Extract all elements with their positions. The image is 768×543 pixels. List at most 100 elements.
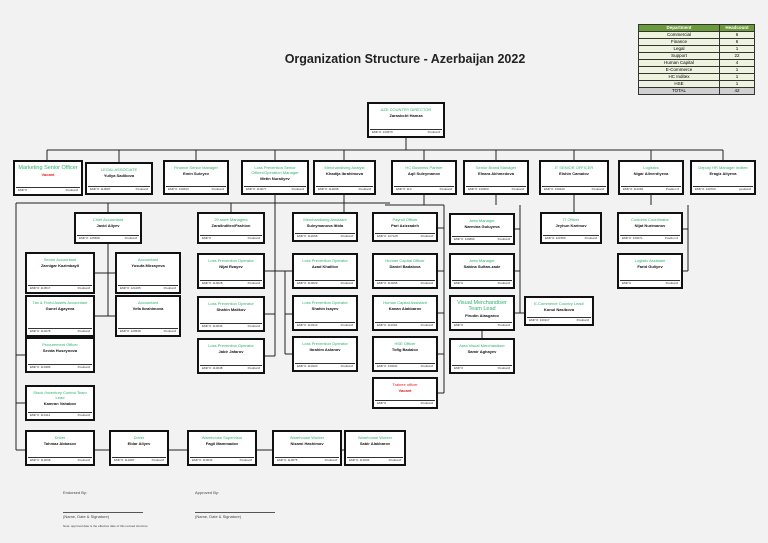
role-title: Human Capital Officer (385, 258, 425, 263)
position-number: Position # (665, 187, 679, 191)
employee-name: Fagil Mammadov (205, 441, 239, 446)
position-number: Position# (211, 187, 224, 191)
employee-name: Nijat Nurimanov (634, 223, 666, 228)
org-box: Area Visual Merchandiser Samir Aghayev E… (449, 338, 515, 374)
position-number: Position# (439, 187, 452, 191)
emp-number: EMP #: 130679 (372, 130, 393, 134)
org-box: Loss Prevention Operator Jabir Jafarov E… (197, 338, 265, 374)
box-footer: EMP #: 110675 Position# (275, 457, 339, 463)
box-footer: EMP #: 130071 Position # (620, 235, 680, 241)
org-box: Senior Brand Manager Elnara Akhmedova EM… (463, 160, 529, 195)
emp-number: EMP #: 130700 (695, 187, 716, 191)
emp-number: EMP #: 110644 (192, 458, 213, 462)
role-title: IT SENIOR OFFICER (554, 165, 594, 170)
box-footer: EMP # Position# (375, 400, 435, 406)
approved-signature-line (195, 512, 275, 513)
emp-number: EMP #: 121556 (545, 236, 566, 240)
box-footer: EMP #: 127128 Position# (375, 233, 435, 239)
employee-name: Samir Aghayev (467, 349, 497, 354)
role-title: Deputy HR Manager Inditex (698, 165, 748, 170)
employee-name: Farid Guliyev (637, 264, 663, 269)
org-box: Area Manager Sabina Sultan-zade EMP # Pos… (449, 253, 515, 289)
position-number: Position# (420, 281, 433, 285)
position-number: Position# (163, 329, 176, 333)
role-title: Warehouse Worker (289, 435, 325, 440)
box-footer: EMP #: 121556 Position# (543, 235, 599, 241)
role-title: Driver (133, 435, 145, 440)
position-number: Position# (388, 458, 401, 462)
role-title: Customs Coordinator (631, 217, 669, 222)
emp-number: EMP #: 110287 (114, 458, 135, 462)
employee-name: Zarnigar Kazimbayli (40, 263, 79, 268)
role-title: Driver (54, 435, 66, 440)
role-title: Warehouse Supervisor (201, 435, 243, 440)
box-footer: EMP #: 110287 Position# (112, 457, 166, 463)
position-number: position# (738, 187, 751, 191)
employee-name: Vacant (41, 172, 55, 177)
role-title: Trainee officer (392, 382, 418, 387)
role-title: Loss Prevention Senior Officer/Operation… (251, 165, 299, 175)
role-title: IT Officer (562, 217, 580, 222)
org-box: Human Capital Assistant Kanan Alakbarov … (372, 295, 438, 331)
org-box: Loss Prevention Operator Ibrahim Aslanov… (292, 336, 358, 372)
employee-name: Jeyhun Karimov (555, 223, 587, 228)
org-box: Driver Eldar Aliyev EMP #: 110287 Positio… (109, 430, 169, 466)
box-footer: EMP #: 112008 Position# (28, 457, 92, 463)
emp-number: EMP #: 110036 (202, 324, 223, 328)
emp-number: EMP #: 110313 (297, 323, 318, 327)
position-number: Position# (77, 458, 90, 462)
employee-name: Tahmaz Abbasov (43, 441, 77, 446)
employee-name: Eragiz Aliyeva (709, 171, 737, 176)
emp-number: EMP #: 110320 (297, 364, 318, 368)
org-box: Merchandising Analyst Khadija Ibrahimova… (313, 160, 376, 195)
position-number: Position# (497, 237, 510, 241)
role-title: Chief Accountant (92, 217, 124, 222)
org-box: Loss Prevention Operator Shahin Isayev E… (292, 295, 358, 331)
emp-number: EMP #: 111004 (377, 323, 398, 327)
role-title: Stock /Inventory Control Team Lead (33, 390, 87, 400)
employee-name: Shahin Malikov (216, 307, 246, 312)
employee-name: Azad Khalilov (311, 264, 339, 269)
org-box: Chief Accountant Javid Aliyev EMP #: 125… (74, 212, 142, 244)
position-number: Position# (247, 324, 260, 328)
role-title: Merchandising Analyst (324, 165, 365, 170)
box-footer: EMP #: 110294 Position# (347, 457, 403, 463)
org-box: Logistic Assistant Farid Guliyev EMP # Po… (617, 253, 683, 289)
employee-name: Yusufa Mirzayeva (131, 263, 165, 268)
org-box: Loss Prevention Senior Officer/Operation… (241, 160, 309, 195)
box-footer: EMP #: 110 Position# (394, 186, 454, 192)
position-number: Position# (324, 458, 337, 462)
employee-name: Zara/Inditex/Fashion (211, 223, 251, 228)
position-number: Position# (163, 286, 176, 290)
org-box: 29 store Managers Zara/Inditex/Fashion E… (197, 212, 265, 244)
emp-number: EMP #: 110383 (30, 365, 51, 369)
org-box: Accountant Yusufa Mirzayeva EMP #: 12100… (115, 252, 181, 294)
role-title: Marketing Senior Officer (18, 165, 78, 171)
employee-name: Sevda Huseynova (42, 348, 78, 353)
box-footer: EMP #: 130360 Position# (466, 186, 526, 192)
org-box: AZE COUNTRY DIRECTOR Zarasbcht Hamza EMP… (367, 102, 445, 138)
box-footer: EMP #: 125698 Position# (77, 235, 139, 241)
employee-name: Konul Nasibova (543, 307, 575, 312)
employee-name: Zarasbcht Hamza (389, 113, 423, 118)
org-box: Finance Senior Manager Emin Suleyev EMP … (163, 160, 229, 195)
emp-number: EMP # (454, 281, 463, 285)
position-number: Position# (576, 318, 589, 322)
employee-name: Khadija Ibrahimova (326, 171, 363, 176)
box-footer: EMP #: 130896 Position# (452, 236, 512, 242)
org-box: Stock /Inventory Control Team Lead Kamra… (25, 385, 95, 421)
org-box: Marketing Senior Officer Vacant EMP # Pos… (13, 160, 83, 196)
position-number: Position# (584, 236, 597, 240)
role-title: Loss Prevention Operator (302, 341, 348, 346)
role-title: Loss Prevention Operator (302, 258, 348, 263)
org-box: Customs Coordinator Nijat Nurimanov EMP … (617, 212, 683, 244)
position-number: Position# (247, 281, 260, 285)
employee-name: Daniel Badalova (389, 264, 421, 269)
emp-number: EMP # (622, 281, 631, 285)
employee-name: Kamran Vahabov (43, 401, 77, 406)
box-footer: EMP #: 112068 Position# (295, 233, 355, 239)
emp-number: EMP #: 130360 (468, 187, 489, 191)
emp-number: EMP # (18, 188, 27, 192)
role-title: Area Manager (469, 258, 495, 263)
position-number: Position# (420, 234, 433, 238)
